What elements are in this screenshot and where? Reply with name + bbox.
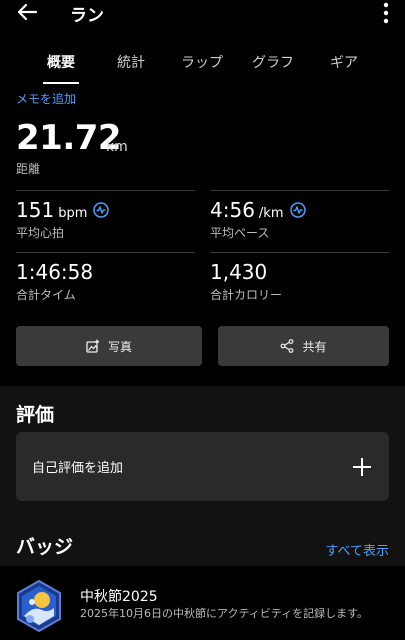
- divider: [210, 252, 389, 253]
- add-photo-icon: [86, 339, 100, 353]
- avg-pace-stat: 4:56/km 平均ペース: [210, 198, 306, 241]
- tab-laps[interactable]: ラップ: [167, 48, 237, 84]
- pace-label: 平均ペース: [210, 226, 270, 240]
- back-arrow-icon[interactable]: [16, 2, 38, 22]
- page-title: ラン: [70, 6, 104, 26]
- add-self-rating-card[interactable]: 自己評価を追加: [16, 432, 389, 501]
- time-label: 合計タイム: [16, 288, 76, 302]
- distance-label: 距離: [16, 162, 41, 176]
- see-all-badges-link[interactable]: すべて表示: [325, 540, 389, 559]
- pace-value: 4:56: [210, 198, 255, 222]
- moon-festival-badge-icon: [17, 580, 61, 632]
- heart-rate-unit: bpm: [58, 206, 88, 221]
- heart-rate-zone-icon[interactable]: [93, 202, 110, 218]
- time-value: 1:46:58: [16, 260, 94, 284]
- badges-section-title: バッジ: [16, 536, 74, 558]
- more-options-icon[interactable]: [381, 2, 391, 24]
- calories-value: 1,430: [210, 260, 268, 284]
- share-button-label: 共有: [302, 339, 327, 354]
- avg-heart-rate-stat: 151 bpm 平均心拍: [16, 198, 110, 241]
- divider: [16, 190, 195, 191]
- plus-icon[interactable]: [351, 456, 373, 478]
- total-time-stat: 1:46:58 合計タイム: [16, 260, 93, 303]
- share-button[interactable]: 共有: [218, 326, 389, 366]
- tab-overview[interactable]: 概要: [26, 48, 96, 84]
- pace-unit: /km: [258, 206, 284, 221]
- tab-graphs[interactable]: グラフ: [238, 48, 308, 84]
- heart-rate-value: 151: [16, 198, 55, 222]
- calories-label: 合計カロリー: [210, 288, 283, 302]
- distance-unit: km: [106, 139, 128, 155]
- top-bar: ラン: [0, 0, 405, 28]
- pace-zone-icon[interactable]: [289, 202, 306, 218]
- add-self-rating-label: 自己評価を追加: [32, 461, 124, 476]
- tab-bar: 概要 統計 ラップ グラフ ギア: [0, 48, 405, 84]
- heart-rate-label: 平均心拍: [16, 226, 65, 240]
- divider: [16, 252, 195, 253]
- add-memo-link[interactable]: メモを追加: [16, 90, 76, 107]
- tab-gear[interactable]: ギア: [309, 48, 379, 84]
- badge-description: 2025年10月6日の中秋節にアクティビティを記録します。: [80, 607, 369, 620]
- rating-section-title: 評価: [16, 404, 55, 426]
- badge-list-item[interactable]: 中秋節2025 2025年10月6日の中秋節にアクティビティを記録します。: [0, 566, 405, 640]
- total-calories-stat: 1,430 合計カロリー: [210, 260, 282, 303]
- share-icon: [281, 339, 294, 353]
- tab-stats[interactable]: 統計: [96, 48, 166, 84]
- photo-button-label: 写真: [107, 339, 132, 354]
- add-photo-button[interactable]: 写真: [16, 326, 202, 366]
- badge-name: 中秋節2025: [80, 589, 158, 605]
- divider: [210, 190, 389, 191]
